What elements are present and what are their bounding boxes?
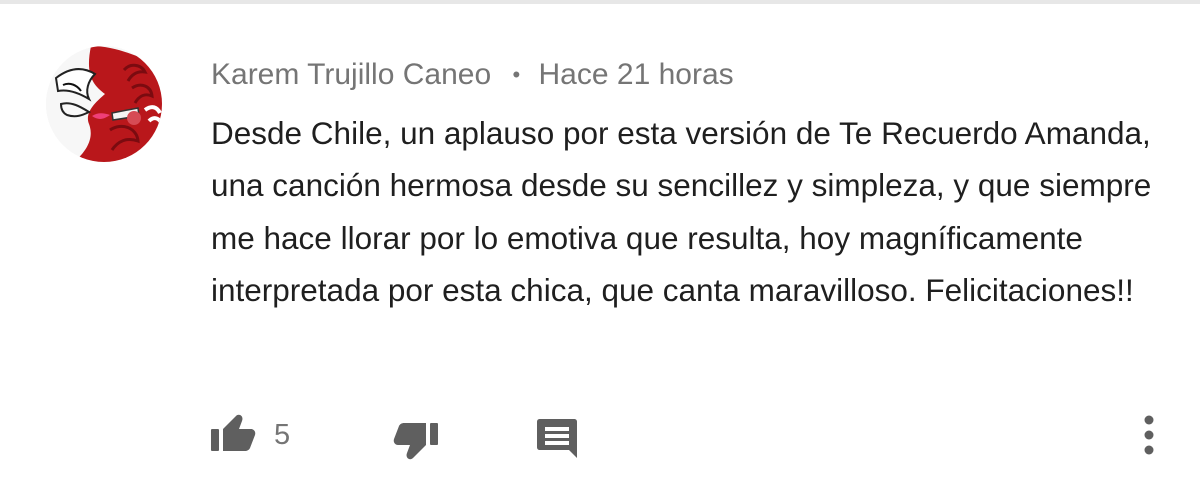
comment-text: Desde Chile, un aplauso por esta versión… bbox=[211, 115, 1152, 308]
thumb-up-icon bbox=[211, 414, 256, 451]
meta-separator: • bbox=[512, 62, 521, 87]
reply-button[interactable] bbox=[533, 413, 581, 461]
comment-icon bbox=[537, 419, 577, 458]
more-options-button[interactable] bbox=[1130, 410, 1168, 460]
comment-screen: Karem Trujillo Caneo • Hace 21 horas Des… bbox=[0, 0, 1200, 497]
avatar[interactable] bbox=[46, 46, 162, 162]
like-button[interactable] bbox=[206, 408, 258, 460]
dislike-button[interactable] bbox=[391, 414, 443, 466]
more-vertical-icon bbox=[1144, 415, 1154, 455]
comment-time: Hace 21 horas bbox=[538, 58, 734, 91]
thumb-down-icon bbox=[393, 423, 438, 460]
comment-card: Karem Trujillo Caneo • Hace 21 horas Des… bbox=[0, 0, 1200, 497]
author-name[interactable]: Karem Trujillo Caneo bbox=[211, 58, 491, 91]
comment-meta: Karem Trujillo Caneo • Hace 21 horas bbox=[211, 55, 734, 95]
avatar-image bbox=[46, 46, 162, 162]
like-count: 5 bbox=[274, 419, 291, 451]
